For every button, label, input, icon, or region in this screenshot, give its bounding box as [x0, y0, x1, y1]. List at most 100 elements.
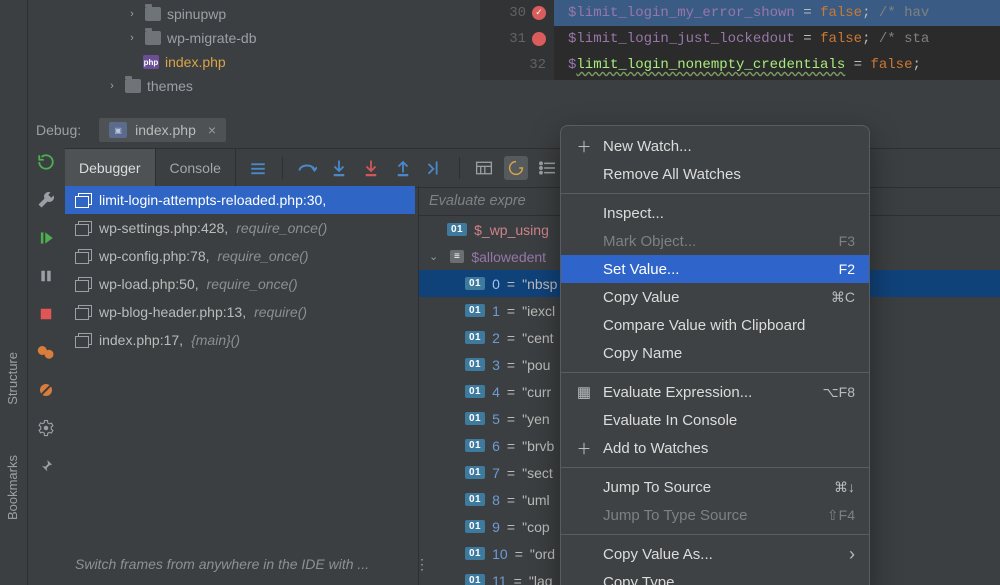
frame-file: wp-blog-header.php:13,	[99, 304, 246, 320]
resume-button[interactable]	[34, 226, 58, 250]
frame-function: require_once()	[207, 276, 298, 292]
menu-item-label: Evaluate Expression...	[603, 384, 813, 401]
debug-settings-button[interactable]	[34, 416, 58, 440]
menu-item[interactable]: Jump To Source⌘↓	[561, 473, 869, 501]
close-icon[interactable]: ×	[208, 122, 216, 138]
editor-gutter[interactable]: 30✓ 31 32	[480, 0, 554, 80]
chevron-down-icon[interactable]: ⌄	[429, 250, 443, 263]
variable-index: 2	[492, 330, 500, 346]
menu-item-shortcut: ⌘C	[831, 289, 855, 306]
menu-item[interactable]: ▦Evaluate Expression...⌥F8	[561, 378, 869, 406]
variable-value: "laq	[529, 573, 553, 585]
variable-index: 9	[492, 519, 500, 535]
menu-item[interactable]: Copy Value⌘C	[561, 283, 869, 311]
menu-item[interactable]: Inspect...	[561, 199, 869, 227]
rail-bookmarks[interactable]: Bookmarks	[5, 455, 20, 520]
type-badge-icon: 01	[465, 304, 485, 317]
stack-frame[interactable]: wp-settings.php:428, require_once()	[65, 214, 415, 242]
menu-separator	[561, 193, 869, 194]
type-badge-icon: 01	[465, 574, 485, 585]
stack-frame-icon	[75, 277, 91, 291]
force-step-into-button[interactable]	[359, 156, 383, 180]
step-over-button[interactable]	[295, 156, 319, 180]
watches-layout-button[interactable]	[536, 156, 560, 180]
editor-code[interactable]: $limit_login_my_error_shown = false; /* …	[554, 0, 1000, 80]
menu-item[interactable]: ＋ New Watch...	[561, 132, 869, 160]
tree-item-wp-migrate-db[interactable]: › wp-migrate-db	[95, 26, 415, 50]
evaluate-expression-button[interactable]	[472, 156, 496, 180]
menu-item-label: Copy Type	[603, 574, 855, 585]
tab-debugger[interactable]: Debugger	[65, 149, 156, 187]
variable-value: "brvb	[522, 438, 554, 454]
wrench-button[interactable]	[34, 188, 58, 212]
frame-file: wp-config.php:78,	[99, 248, 210, 264]
plus-icon: ＋	[575, 438, 593, 459]
frame-file: limit-login-attempts-reloaded.php:30,	[99, 192, 326, 208]
type-badge-icon: 01	[465, 385, 485, 398]
stack-frame[interactable]: wp-config.php:78, require_once()	[65, 242, 415, 270]
code-line[interactable]: $limit_login_just_lockedout = false; /* …	[554, 26, 1000, 52]
variable-index: 10	[492, 546, 508, 562]
step-out-button[interactable]	[391, 156, 415, 180]
menu-item-label: Set Value...	[603, 261, 829, 278]
rail-structure[interactable]: Structure	[5, 352, 20, 405]
code-line[interactable]: $limit_login_my_error_shown = false; /* …	[554, 0, 1000, 26]
threads-icon[interactable]	[246, 156, 270, 180]
menu-item-label: New Watch...	[603, 138, 855, 155]
frame-file: wp-settings.php:428,	[99, 220, 228, 236]
frames-pane[interactable]: limit-login-attempts-reloaded.php:30, wp-…	[65, 186, 415, 354]
debug-session-label: index.php	[135, 122, 196, 138]
variable-value: "uml	[522, 492, 550, 508]
stack-frame-icon	[75, 305, 91, 319]
plus-icon: ＋	[575, 136, 593, 157]
menu-item[interactable]: Remove All Watches	[561, 160, 869, 188]
step-into-button[interactable]	[327, 156, 351, 180]
stack-frame[interactable]: wp-load.php:50, require_once()	[65, 270, 415, 298]
type-badge-icon: 01	[447, 223, 467, 236]
stack-frame[interactable]: wp-blog-header.php:13, require()	[65, 298, 415, 326]
run-to-cursor-button[interactable]	[423, 156, 447, 180]
chevron-right-icon: ›	[125, 8, 139, 20]
menu-item-label: Mark Object...	[603, 233, 829, 250]
chevron-right-icon: ›	[125, 32, 139, 44]
breakpoint-icon[interactable]	[532, 32, 546, 46]
menu-item[interactable]: Copy Value As...	[561, 540, 869, 568]
stack-frame-icon	[75, 333, 91, 347]
stop-button[interactable]	[34, 302, 58, 326]
stack-frame[interactable]: limit-login-attempts-reloaded.php:30,	[65, 186, 415, 214]
rerun-button[interactable]	[34, 150, 58, 174]
breakpoint-verified-icon[interactable]: ✓	[532, 6, 546, 20]
menu-item[interactable]: Set Value... F2	[561, 255, 869, 283]
menu-item[interactable]: Copy Type	[561, 568, 869, 585]
view-breakpoints-button[interactable]	[34, 340, 58, 364]
separator	[459, 157, 460, 179]
variable-value: "cent	[522, 330, 553, 346]
stack-frame-icon	[75, 193, 91, 207]
code-line[interactable]: $limit_login_nonempty_credentials = fals…	[554, 52, 1000, 78]
menu-item[interactable]: ＋Add to Watches	[561, 434, 869, 462]
code-editor[interactable]: 30✓ 31 32 $limit_login_my_error_shown = …	[480, 0, 1000, 80]
menu-item-shortcut: F2	[839, 261, 855, 277]
pin-button[interactable]	[34, 454, 58, 478]
tree-label: themes	[147, 78, 193, 94]
tab-console[interactable]: Console	[156, 149, 236, 187]
stack-frame[interactable]: index.php:17, {main}()	[65, 326, 415, 354]
tree-item-index-php[interactable]: php index.php	[95, 50, 415, 74]
frame-function: require_once()	[218, 248, 309, 264]
pause-button[interactable]	[34, 264, 58, 288]
menu-item: Jump To Type Source⇧F4	[561, 501, 869, 529]
menu-item[interactable]: Compare Value with Clipboard	[561, 311, 869, 339]
debug-header: Debug: ▣ index.php ×	[28, 112, 226, 148]
menu-item-shortcut: ⌥F8	[823, 384, 855, 401]
variable-index: 8	[492, 492, 500, 508]
type-badge-icon: 01	[465, 412, 485, 425]
tree-item-spinupwp[interactable]: › spinupwp	[95, 2, 415, 26]
debug-session-tab[interactable]: ▣ index.php ×	[99, 118, 226, 142]
project-tree[interactable]: › spinupwp › wp-migrate-db php index.php…	[95, 2, 415, 98]
menu-item[interactable]: Evaluate In Console	[561, 406, 869, 434]
mute-breakpoints-button[interactable]	[34, 378, 58, 402]
tree-item-themes[interactable]: › themes	[95, 74, 415, 98]
trace-current-stream-chain-button[interactable]	[504, 156, 528, 180]
type-badge-icon: 01	[465, 466, 485, 479]
menu-item[interactable]: Copy Name	[561, 339, 869, 367]
